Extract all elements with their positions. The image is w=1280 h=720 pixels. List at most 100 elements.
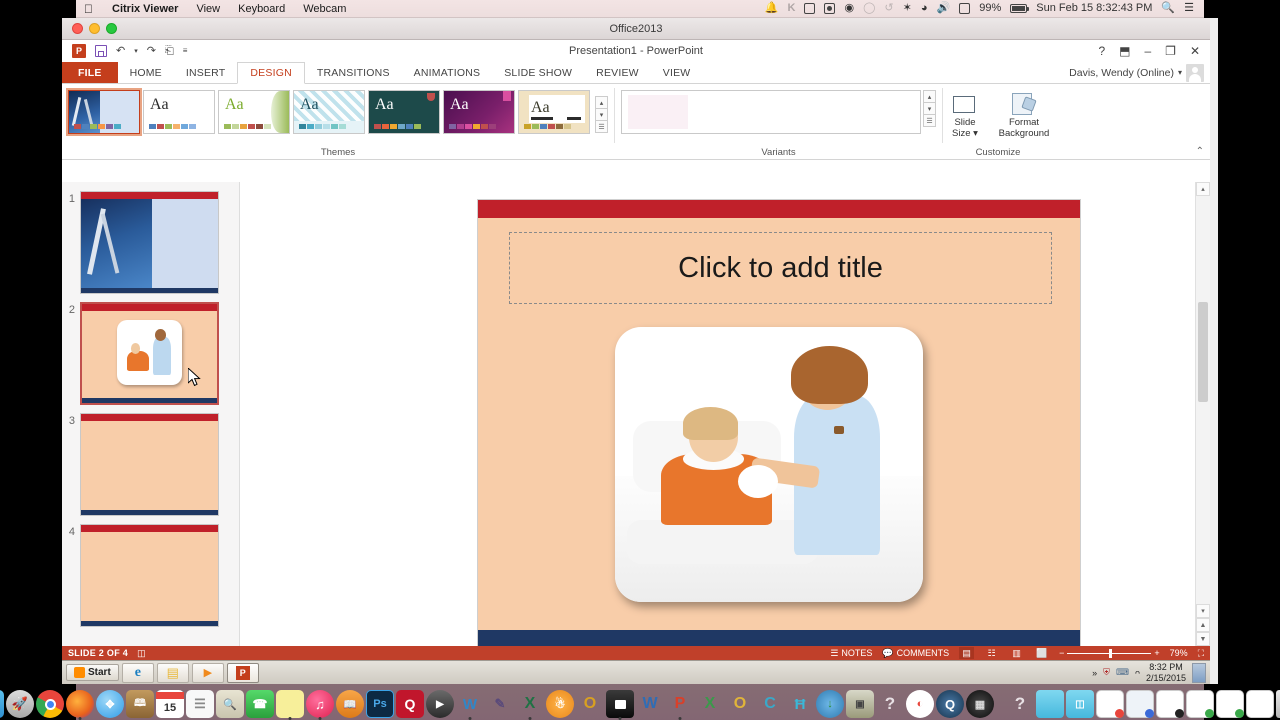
tab-view[interactable]: VIEW: [651, 62, 703, 83]
dock-firefox[interactable]: [66, 690, 94, 720]
scrollbar-thumb[interactable]: [1198, 302, 1208, 402]
slide-preview-1[interactable]: [80, 191, 219, 294]
dock-unknown-2[interactable]: ?: [1006, 690, 1034, 718]
dock-outlook[interactable]: O: [726, 690, 754, 718]
notification-center-icon[interactable]: ☰: [1184, 3, 1194, 14]
variants-gallery[interactable]: [621, 90, 921, 134]
reading-view-button[interactable]: ▥: [1009, 647, 1024, 659]
taskbar-clock[interactable]: 8:32 PM 2/15/2015: [1146, 662, 1186, 683]
undo-dropdown-icon[interactable]: ▾: [134, 48, 138, 55]
slide-thumbnail-3[interactable]: 3: [62, 410, 239, 521]
dock-reminders[interactable]: ☰: [186, 690, 214, 718]
dock-excel[interactable]: X: [516, 690, 544, 720]
dock-document-1[interactable]: [1096, 690, 1124, 718]
slide-size-button[interactable]: Slide Size ▾: [943, 88, 987, 140]
next-slide-button[interactable]: ▼: [1196, 632, 1210, 646]
tab-design[interactable]: DESIGN: [237, 62, 305, 84]
dock-folder-2[interactable]: ◫: [1066, 690, 1094, 718]
dock-teamviewer[interactable]: ◐: [906, 690, 934, 718]
record-icon[interactable]: ◉: [844, 3, 854, 14]
mac-menu-keyboard[interactable]: Keyboard: [229, 3, 294, 15]
restore-button[interactable]: ❐: [1165, 44, 1176, 58]
scroll-down-button[interactable]: ▾: [1196, 604, 1210, 618]
airplay-icon[interactable]: [824, 3, 836, 14]
comments-button[interactable]: 💬 COMMENTS: [882, 648, 949, 659]
wifi-icon[interactable]: ◕: [921, 3, 928, 14]
redo-icon[interactable]: ↷: [147, 45, 156, 57]
theme-organic[interactable]: Aa: [218, 90, 290, 134]
dock-facetime[interactable]: ☎: [246, 690, 274, 718]
tray-network-icon[interactable]: ⌨: [1116, 667, 1129, 678]
dock-onenote[interactable]: C: [756, 690, 784, 718]
taskbar-powerpoint[interactable]: P: [226, 662, 259, 683]
tab-file[interactable]: FILE: [62, 62, 118, 83]
theme-berlin[interactable]: Aa: [443, 90, 515, 134]
dock-safari[interactable]: ✥: [96, 690, 124, 718]
zoom-slider[interactable]: − +: [1059, 648, 1160, 658]
slide-sorter-view-button[interactable]: ☷: [984, 647, 999, 659]
dock-launchpad[interactable]: 🚀: [6, 690, 34, 718]
dock-ipod[interactable]: [606, 690, 634, 720]
mac-clock[interactable]: Sun Feb 15 8:32:43 PM: [1036, 3, 1152, 14]
dock-document-2[interactable]: [1126, 690, 1154, 718]
dock-quicktime-2[interactable]: Q: [936, 690, 964, 718]
dock-outlook-old[interactable]: O: [576, 690, 604, 718]
dock-stickies[interactable]: [276, 690, 304, 720]
dock-powerpoint[interactable]: P: [666, 690, 694, 720]
slide-show-button[interactable]: ⬜: [1034, 647, 1049, 659]
mac-menu-view[interactable]: View: [187, 3, 229, 15]
battery-icon[interactable]: [1010, 4, 1030, 13]
dock-unknown-1[interactable]: ?: [876, 690, 904, 718]
themes-gallery-scrollbar[interactable]: ▴ ▾ ☰: [595, 96, 608, 133]
theme-facet-selected[interactable]: [66, 88, 142, 136]
dock-document-6[interactable]: [1246, 690, 1274, 718]
tray-antivirus-icon[interactable]: ⛨: [1103, 667, 1110, 678]
scroll-up-button[interactable]: ▴: [1196, 182, 1210, 196]
normal-view-button[interactable]: ▤: [959, 647, 975, 659]
fit-slide-to-window-button[interactable]: ⛶: [1198, 648, 1204, 659]
dock-messenger[interactable]: Ħ: [786, 690, 814, 718]
minimize-button[interactable]: –: [1144, 44, 1151, 58]
slide-thumbnail-1[interactable]: 1: [62, 188, 239, 299]
editor-vertical-scrollbar[interactable]: ▴ ▾ ▲ ▼: [1195, 182, 1210, 646]
dock-document-5[interactable]: [1216, 690, 1244, 718]
dock-word[interactable]: W: [636, 690, 664, 718]
dock-notes-search[interactable]: 🔍: [216, 690, 244, 718]
dock-screenshot[interactable]: ▣: [846, 690, 874, 718]
dock-photoshop[interactable]: Ps: [366, 690, 394, 718]
undo-icon[interactable]: ↶: [116, 45, 125, 57]
slide-image-nurse-patient[interactable]: [615, 327, 923, 602]
format-background-button[interactable]: Format Background: [995, 88, 1053, 140]
tab-home[interactable]: HOME: [118, 62, 174, 83]
variants-more-button[interactable]: ☰: [923, 114, 936, 127]
search-icon[interactable]: 🔍: [1161, 3, 1175, 14]
slide-thumbnail-4[interactable]: 4: [62, 521, 239, 632]
slide-preview-2[interactable]: [80, 302, 219, 405]
theme-office[interactable]: Aa: [143, 90, 215, 134]
save-icon[interactable]: [95, 45, 107, 57]
notes-page-icon[interactable]: ◫: [137, 648, 146, 659]
taskbar-media-player[interactable]: ▶: [191, 662, 224, 683]
citrix-title-bar[interactable]: Office2013: [62, 18, 1210, 40]
slide-thumbnail-2[interactable]: 2: [62, 299, 239, 410]
mac-menu-citrix-viewer[interactable]: Citrix Viewer: [103, 3, 187, 15]
notification-bell-icon[interactable]: 🔔: [765, 3, 779, 14]
dock-finder[interactable]: ☺: [0, 690, 4, 718]
start-presentation-icon[interactable]: ⎗: [165, 45, 174, 57]
dock-contacts[interactable]: 🕮: [126, 690, 154, 718]
tray-expand-button[interactable]: »: [1092, 668, 1097, 678]
chat-bubble-icon[interactable]: ◯: [863, 3, 875, 14]
theme-ion[interactable]: Aa: [518, 90, 590, 134]
dock-folder-1[interactable]: [1036, 690, 1064, 718]
dock-parallels[interactable]: ▦: [966, 690, 994, 718]
bluetooth-icon[interactable]: ✶: [903, 3, 912, 14]
volume-icon[interactable]: 🔊: [937, 3, 951, 14]
input-source-icon[interactable]: [959, 3, 971, 14]
previous-slide-button[interactable]: ▲: [1196, 618, 1210, 632]
taskbar-file-explorer[interactable]: ▤: [156, 662, 189, 683]
kaspersky-icon[interactable]: K: [788, 3, 796, 14]
show-desktop-button[interactable]: [1192, 662, 1206, 683]
device-icon[interactable]: [804, 3, 816, 14]
collapse-ribbon-button[interactable]: ⌃: [1196, 146, 1204, 157]
dock-quicktime[interactable]: ▶: [426, 690, 454, 718]
